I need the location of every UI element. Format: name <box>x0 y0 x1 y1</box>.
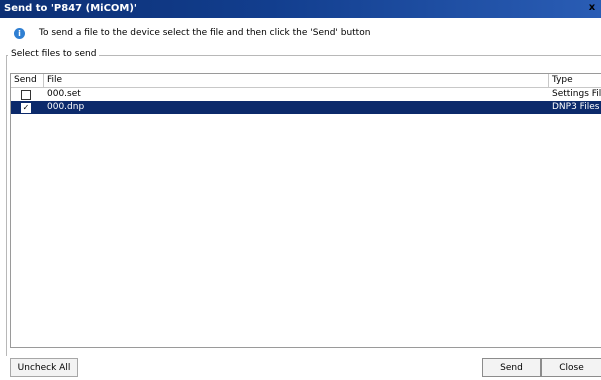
info-message: i To send a file to the device select the… <box>14 26 370 40</box>
window-title: Send to 'P847 (MiCOM)' <box>4 3 137 14</box>
info-text: To send a file to the device select the … <box>39 28 371 38</box>
send-checkbox[interactable]: ✓ <box>21 103 31 113</box>
send-cell: ✓ <box>11 101 44 114</box>
send-to-dialog: Send to 'P847 (MiCOM)' x i To send a file… <box>0 0 601 380</box>
file-type: DNP3 Files <box>552 102 600 112</box>
info-icon: i <box>14 27 25 39</box>
uncheck-all-button[interactable]: Uncheck All <box>10 358 78 377</box>
column-header-send[interactable]: Send <box>11 74 44 87</box>
column-header-file[interactable]: File <box>44 74 549 87</box>
send-cell <box>11 88 44 101</box>
table-row[interactable]: 000.set Settings Files <box>11 88 601 101</box>
table-header: Send File Type <box>11 74 601 88</box>
send-checkbox[interactable] <box>21 90 31 100</box>
file-name: 000.set <box>47 89 81 99</box>
group-label: Select files to send <box>8 47 100 61</box>
file-type: Settings Files <box>552 89 601 99</box>
table-row[interactable]: ✓ 000.dnp DNP3 Files <box>11 101 601 114</box>
column-header-type[interactable]: Type <box>549 74 601 87</box>
close-button[interactable]: Close <box>541 358 601 377</box>
files-table: Send File Type 000.set Settings Files ✓ … <box>10 73 601 348</box>
title-bar[interactable]: Send to 'P847 (MiCOM)' x <box>0 0 601 18</box>
send-button[interactable]: Send <box>482 358 541 377</box>
file-name: 000.dnp <box>47 102 85 112</box>
close-icon[interactable]: x <box>585 2 599 15</box>
